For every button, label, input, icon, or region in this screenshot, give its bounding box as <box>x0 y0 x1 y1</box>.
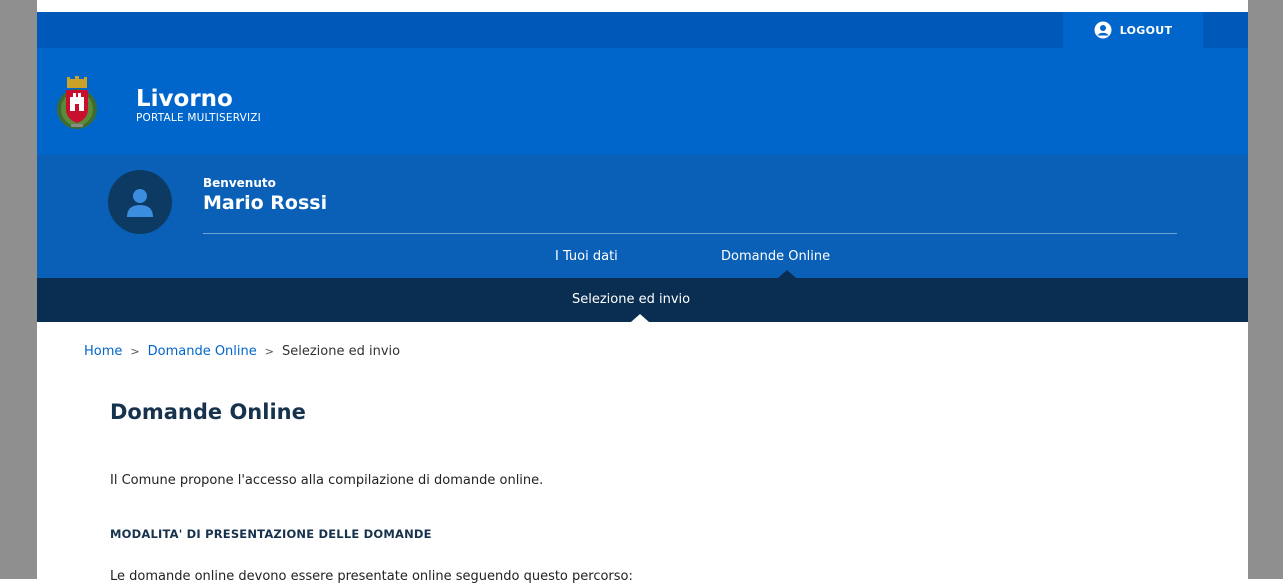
top-utility-bar: LOGOUT <box>37 12 1248 48</box>
window-left-gutter <box>0 0 37 579</box>
active-subnav-indicator <box>631 314 649 322</box>
breadcrumb-home-link[interactable]: Home <box>84 344 122 359</box>
breadcrumb-domande-link[interactable]: Domande Online <box>148 344 257 359</box>
logout-label: LOGOUT <box>1119 23 1173 37</box>
tab-domande-online[interactable]: Domande Online <box>721 249 830 264</box>
brand-subtitle: PORTALE MULTISERVIZI <box>136 112 261 124</box>
user-section: Benvenuto Mario Rossi I Tuoi dati Domand… <box>37 155 1248 278</box>
breadcrumb-separator: > <box>130 345 140 358</box>
section-text: Le domande online devono essere presenta… <box>110 569 633 584</box>
brand-title[interactable]: Livorno <box>136 86 233 112</box>
coat-of-arms-logo[interactable] <box>55 75 99 131</box>
logout-button[interactable]: LOGOUT <box>1063 12 1203 48</box>
intro-text: Il Comune propone l'accesso alla compila… <box>110 473 544 488</box>
section-heading: MODALITA' DI PRESENTAZIONE DELLE DOMANDE <box>110 527 432 541</box>
welcome-label: Benvenuto <box>203 176 276 190</box>
tab-tuoi-dati[interactable]: I Tuoi dati <box>555 249 618 264</box>
page: LOGOUT Livorno PORTALE MULTISERVIZI Benv… <box>37 12 1248 584</box>
brand-header: Livorno PORTALE MULTISERVIZI <box>37 48 1248 155</box>
user-circle-icon <box>1094 21 1112 39</box>
user-name: Mario Rossi <box>203 192 328 214</box>
page-title: Domande Online <box>110 400 306 424</box>
avatar <box>108 170 172 234</box>
breadcrumb-separator: > <box>264 345 274 358</box>
breadcrumb: Home > Domande Online > Selezione ed invio <box>84 344 400 359</box>
user-icon <box>127 189 153 217</box>
window-top-edge <box>0 0 1283 12</box>
sub-navigation: Selezione ed invio <box>37 278 1248 322</box>
subnav-selezione-invio[interactable]: Selezione ed invio <box>572 292 690 307</box>
window-right-gutter <box>1248 0 1283 579</box>
active-tab-indicator <box>778 270 796 278</box>
breadcrumb-current: Selezione ed invio <box>281 344 401 359</box>
divider <box>203 233 1177 234</box>
